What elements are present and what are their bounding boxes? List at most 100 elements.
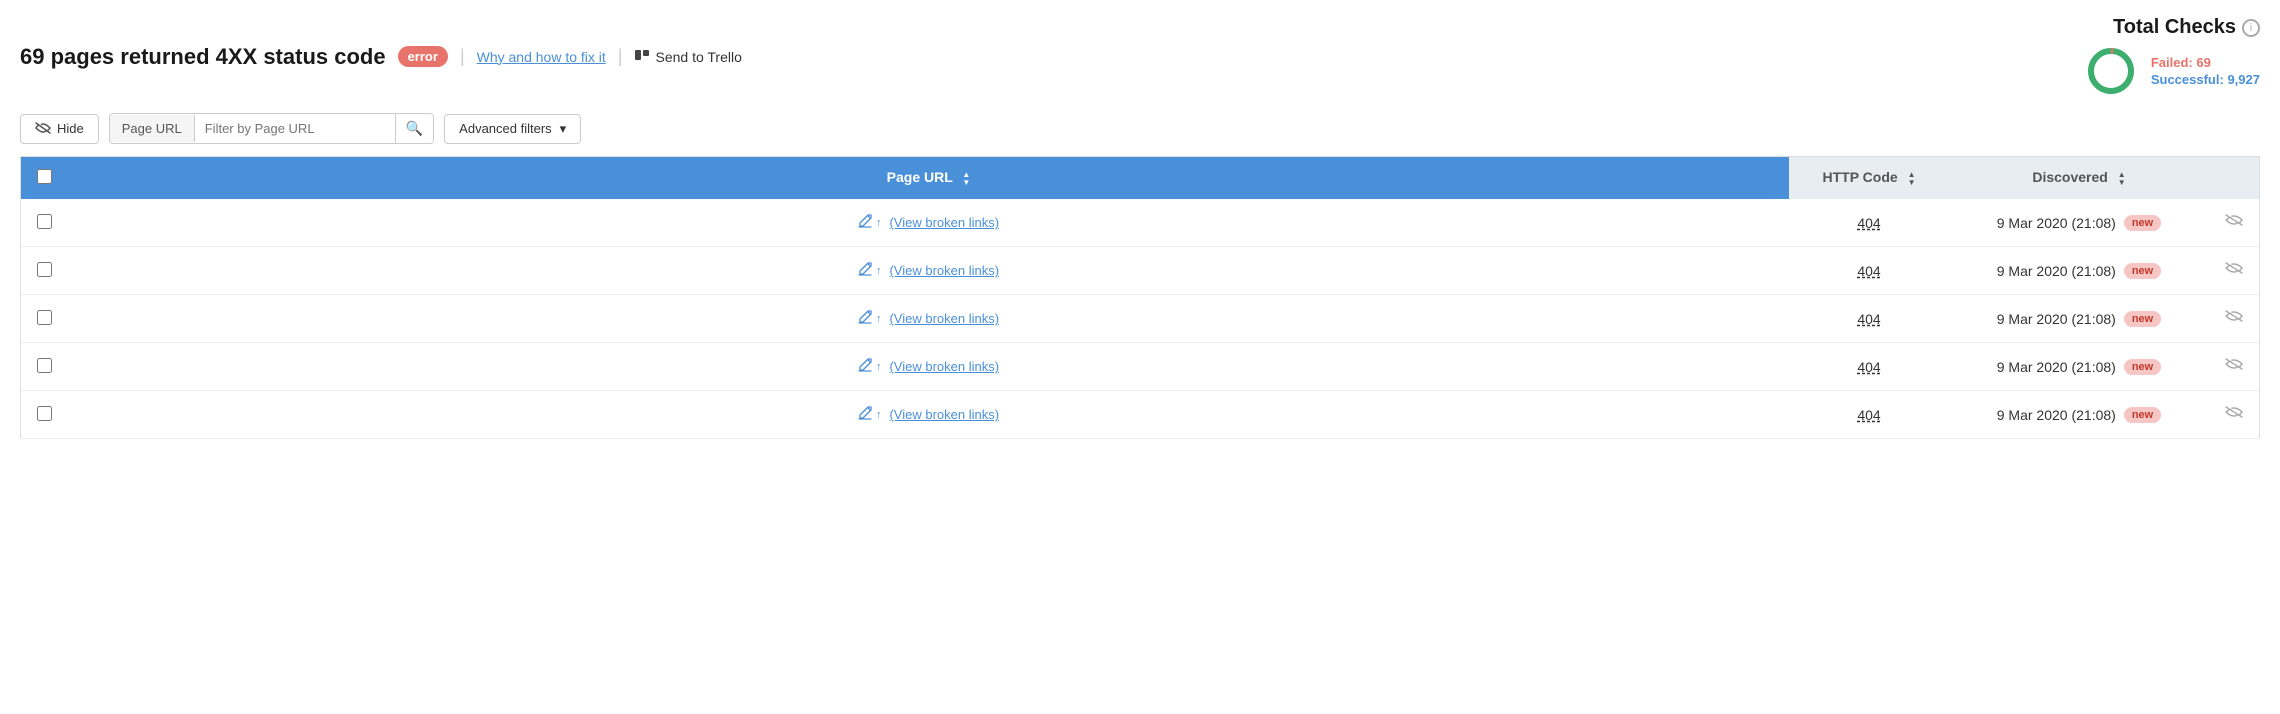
failed-value: 69: [2196, 55, 2210, 70]
hide-row-button-1[interactable]: [2225, 262, 2243, 279]
page-wrapper: 69 pages returned 4XX status code error …: [0, 0, 2280, 455]
view-broken-links-2[interactable]: (View broken links): [889, 311, 999, 326]
search-button[interactable]: 🔍: [395, 114, 433, 143]
url-filter-input[interactable]: [195, 115, 395, 142]
row-checkbox-2[interactable]: [37, 310, 52, 325]
arrow-icon-4: ↑: [876, 409, 882, 421]
row-actions-cell-4: [2209, 391, 2260, 439]
row-icons-3: ↑: [858, 358, 882, 375]
row-actions-cell-3: [2209, 343, 2260, 391]
new-badge-2: new: [2124, 311, 2161, 327]
table-row: ↑ (View broken links) 404 9 Mar 2020 (21…: [21, 295, 2260, 343]
arrow-icon-2: ↑: [876, 313, 882, 325]
view-broken-links-4[interactable]: (View broken links): [889, 407, 999, 422]
edit-icon-2[interactable]: [858, 310, 872, 327]
row-checkbox-cell-3: [21, 343, 69, 391]
edit-icon-3[interactable]: [858, 358, 872, 375]
row-checkbox-cell-4: [21, 391, 69, 439]
discovered-value-4: 9 Mar 2020 (21:08): [1997, 407, 2116, 423]
failed-label: Failed:: [2151, 55, 2193, 70]
http-code-value-3: 404: [1857, 359, 1880, 375]
new-badge-4: new: [2124, 407, 2161, 423]
search-icon: 🔍: [406, 120, 423, 136]
row-checkbox-3[interactable]: [37, 358, 52, 373]
results-table: Page URL HTTP Code Discovered: [20, 156, 2260, 439]
row-http-cell-2: 404: [1789, 295, 1949, 343]
row-url-cell-0: ↑ (View broken links): [68, 199, 1789, 247]
checks-stats: Failed: 69 Successful: 9,927: [2151, 55, 2260, 87]
header-discovered[interactable]: Discovered: [1949, 157, 2209, 200]
hide-row-button-0[interactable]: [2225, 214, 2243, 231]
eye-slash-icon: [35, 121, 51, 137]
edit-icon-1[interactable]: [858, 262, 872, 279]
header-http-code[interactable]: HTTP Code: [1789, 157, 1949, 200]
trello-label: Send to Trello: [655, 49, 741, 65]
http-code-value-1: 404: [1857, 263, 1880, 279]
trello-icon: [634, 49, 650, 65]
successful-label: Successful:: [2151, 72, 2224, 87]
divider-1: |: [460, 46, 465, 67]
successful-stat: Successful: 9,927: [2151, 72, 2260, 87]
row-icons-0: ↑: [858, 214, 882, 231]
row-discovered-cell-2: 9 Mar 2020 (21:08) new: [1949, 295, 2209, 343]
page-url-label: Page URL: [887, 169, 953, 185]
successful-value: 9,927: [2227, 72, 2260, 87]
arrow-icon-0: ↑: [876, 217, 882, 229]
hide-row-button-3[interactable]: [2225, 358, 2243, 375]
row-checkbox-4[interactable]: [37, 406, 52, 421]
hide-button[interactable]: Hide: [20, 114, 99, 144]
row-checkbox-cell-2: [21, 295, 69, 343]
hide-row-button-4[interactable]: [2225, 406, 2243, 423]
advanced-filters-label: Advanced filters: [459, 121, 552, 136]
row-icons-4: ↑: [858, 406, 882, 423]
edit-icon-0[interactable]: [858, 214, 872, 231]
arrow-icon-1: ↑: [876, 265, 882, 277]
http-code-value-4: 404: [1857, 407, 1880, 423]
page-url-sort-icon[interactable]: [962, 171, 970, 187]
divider-2: |: [618, 46, 623, 67]
row-discovered-cell-3: 9 Mar 2020 (21:08) new: [1949, 343, 2209, 391]
row-url-cell-1: ↑ (View broken links): [68, 247, 1789, 295]
row-checkbox-1[interactable]: [37, 262, 52, 277]
arrow-icon-3: ↑: [876, 361, 882, 373]
total-checks-header: Total Checks i: [2113, 16, 2260, 39]
row-http-cell-4: 404: [1789, 391, 1949, 439]
discovered-sort-icon[interactable]: [2118, 171, 2126, 187]
new-badge-0: new: [2124, 215, 2161, 231]
row-http-cell-3: 404: [1789, 343, 1949, 391]
discovered-value-0: 9 Mar 2020 (21:08): [1997, 215, 2116, 231]
row-discovered-cell-0: 9 Mar 2020 (21:08) new: [1949, 199, 2209, 247]
failed-stat: Failed: 69: [2151, 55, 2260, 70]
discovered-value-3: 9 Mar 2020 (21:08): [1997, 359, 2116, 375]
row-icons-1: ↑: [858, 262, 882, 279]
filter-label: Page URL: [110, 115, 195, 142]
select-all-checkbox[interactable]: [37, 169, 52, 184]
header-row: 69 pages returned 4XX status code error …: [20, 16, 2260, 97]
trello-button[interactable]: Send to Trello: [634, 49, 741, 65]
view-broken-links-0[interactable]: (View broken links): [889, 215, 999, 230]
http-code-sort-icon[interactable]: [1908, 171, 1916, 187]
row-checkbox-0[interactable]: [37, 214, 52, 229]
discovered-value-2: 9 Mar 2020 (21:08): [1997, 311, 2116, 327]
header-left: 69 pages returned 4XX status code error …: [20, 44, 742, 70]
row-checkbox-cell-1: [21, 247, 69, 295]
advanced-filters-button[interactable]: Advanced filters ▾: [444, 114, 581, 144]
row-http-cell-0: 404: [1789, 199, 1949, 247]
edit-icon-4[interactable]: [858, 406, 872, 423]
info-icon[interactable]: i: [2242, 19, 2260, 37]
row-icons-2: ↑: [858, 310, 882, 327]
row-actions-cell-0: [2209, 199, 2260, 247]
header-checkbox-cell: [21, 157, 69, 200]
fix-link[interactable]: Why and how to fix it: [477, 49, 606, 65]
total-checks-body: Failed: 69 Successful: 9,927: [2085, 45, 2260, 97]
view-broken-links-3[interactable]: (View broken links): [889, 359, 999, 374]
page-title: 69 pages returned 4XX status code: [20, 44, 386, 70]
table-header-row: Page URL HTTP Code Discovered: [21, 157, 2260, 200]
hide-row-button-2[interactable]: [2225, 310, 2243, 327]
row-url-cell-2: ↑ (View broken links): [68, 295, 1789, 343]
header-actions: [2209, 157, 2260, 200]
header-page-url[interactable]: Page URL: [68, 157, 1789, 200]
view-broken-links-1[interactable]: (View broken links): [889, 263, 999, 278]
row-url-cell-4: ↑ (View broken links): [68, 391, 1789, 439]
donut-chart: [2085, 45, 2137, 97]
